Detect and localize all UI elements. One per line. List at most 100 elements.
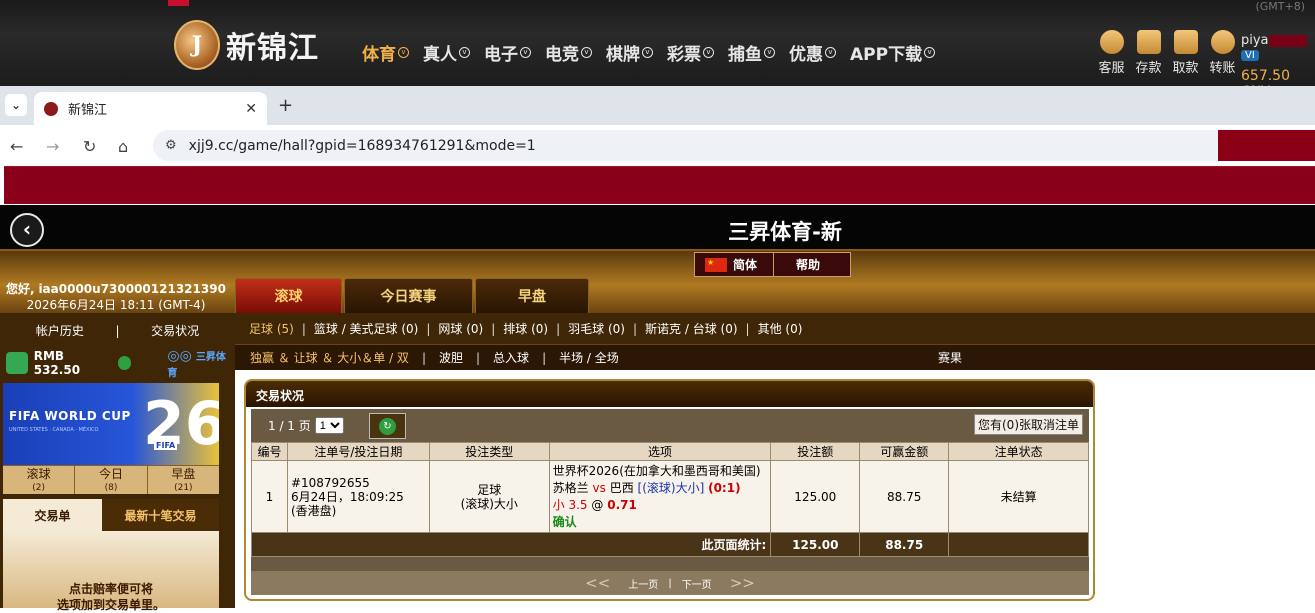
sport-badminton[interactable]: 羽毛球 (0) <box>568 320 625 337</box>
chevron-down-icon: v <box>581 47 592 58</box>
chevron-down-icon: v <box>398 47 409 58</box>
odds-market: (香港盘) <box>290 503 337 518</box>
wallet-icon <box>1136 30 1161 54</box>
help-link[interactable]: 帮助 <box>796 256 820 273</box>
support-button[interactable]: 客服 <box>1093 30 1130 76</box>
tab-today[interactable]: 今日赛事 <box>344 278 473 313</box>
tab-title: 新锦江 <box>68 103 108 118</box>
left-sidebar: 帐户历史 | 交易状况 RMB 532.50 ◎◎ 三昇体育 FIFA WORLD… <box>0 313 235 612</box>
sport-volleyball[interactable]: 排球 (0) <box>503 320 548 337</box>
table-row: 1 #108792655 6月24日，18:09:25 (香港盘) 足球 (滚球… <box>251 460 1089 533</box>
nav-promo[interactable]: 优惠 v <box>789 40 836 65</box>
bettype-correct-score[interactable]: 波胆 <box>439 349 463 366</box>
sum-win: 88.75 <box>859 532 950 557</box>
sport-filter-bar: 足球 (5) | 篮球 / 美式足球 (0) | 网球 (0) | 排球 (0) | 羽… <box>235 313 1315 344</box>
page-select[interactable]: 1 <box>314 417 344 434</box>
forward-arrow-icon[interactable]: → <box>46 137 59 156</box>
results-link[interactable]: 赛果 <box>938 349 962 366</box>
world-cup-banner[interactable]: FIFA WORLD CUP UNITED STATES · CANADA · … <box>3 383 219 465</box>
new-tab-button[interactable]: + <box>278 95 293 116</box>
first-page-icon[interactable]: << <box>585 574 610 592</box>
win-cell: 88.75 <box>859 460 950 533</box>
bettype-main[interactable]: 独赢 ＆ 让球 ＆ 大小＆单 / 双 <box>250 349 409 366</box>
sport-other[interactable]: 其他 (0) <box>758 320 803 337</box>
tab-recent-bets[interactable]: 最新十笔交易 <box>102 499 219 531</box>
page-info: 1 / 1 页 <box>268 419 311 433</box>
language-select[interactable]: 简体 <box>695 256 757 273</box>
balance-row: RMB 532.50 ◎◎ 三昇体育 <box>0 347 235 379</box>
account-links: 帐户历史 | 交易状况 <box>35 322 200 339</box>
nav-slots[interactable]: 电子 v <box>484 40 531 65</box>
last-page-icon[interactable]: >> <box>730 574 755 592</box>
bettype-half-full[interactable]: 半场 / 全场 <box>559 349 619 366</box>
tab-early[interactable]: 早盘 <box>475 278 589 313</box>
home-icon[interactable]: ⌂ <box>118 137 128 156</box>
deposit-button[interactable]: 存款 <box>1130 30 1167 76</box>
browser-tab[interactable]: 新锦江 ✕ <box>34 92 267 125</box>
sports-balance: RMB 532.50 <box>33 349 81 377</box>
refresh-button[interactable]: ↻ <box>369 413 406 439</box>
brand-logo: ◎◎ 三昇体育 <box>167 347 226 379</box>
bettype-total-goals[interactable]: 总入球 <box>493 349 529 366</box>
back-arrow-icon[interactable]: ← <box>10 137 23 156</box>
timezone-label: (GMT+8) <box>1255 0 1305 13</box>
bet-slip-body: 点击赔率便可将 选项加到交易单里。 <box>3 531 219 612</box>
nav-app-download[interactable]: APP下载 v <box>850 40 936 65</box>
bets-table: 编号 注单号/投注日期 投注类型 选项 投注额 可赢金额 注单状态 1 #108… <box>250 442 1089 557</box>
sum-stake: 125.00 <box>770 532 861 557</box>
nav-esports[interactable]: 电竞 v <box>545 40 592 65</box>
nav-live[interactable]: 真人 v <box>423 40 470 65</box>
market-tabs: 滚球 今日赛事 早盘 <box>235 278 609 313</box>
url-text: xjj9.cc/game/hall?gpid=168934761291&mode… <box>188 137 536 154</box>
cancelled-bets-button[interactable]: 您有(0)张取消注单 <box>974 414 1083 435</box>
slip-tabs: 交易单 最新十笔交易 <box>3 499 219 531</box>
chevron-down-icon: v <box>703 47 714 58</box>
count-live[interactable]: 滚球 (2) <box>3 466 76 494</box>
site-settings-icon[interactable]: ⚙ <box>165 138 177 153</box>
sport-basketball[interactable]: 篮球 / 美式足球 (0) <box>314 320 419 337</box>
account-history-link[interactable]: 帐户历史 <box>36 322 84 339</box>
ticket-cell: #108792655 6月24日，18:09:25 (香港盘) <box>286 460 430 533</box>
red-banner <box>4 166 1315 204</box>
tab-search-icon[interactable]: ⌄ <box>5 94 27 116</box>
chevron-down-icon: v <box>924 47 936 58</box>
close-icon[interactable]: ✕ <box>245 101 257 117</box>
nav-lottery[interactable]: 彩票 v <box>667 40 714 65</box>
refresh-icon[interactable] <box>117 356 132 370</box>
chevron-down-icon: v <box>459 47 470 58</box>
nav-fishing[interactable]: 捕鱼 v <box>728 40 775 65</box>
count-today[interactable]: 今日 (8) <box>75 466 148 494</box>
nav-cards[interactable]: 棋牌 v <box>606 40 653 65</box>
tab-live[interactable]: 滚球 <box>235 278 342 313</box>
reload-icon[interactable]: ↻ <box>83 137 96 156</box>
pick-line: 小 3.5 @ 0.71 <box>552 497 637 512</box>
url-input[interactable]: ⚙ xjj9.cc/game/hall?gpid=168934761291&mo… <box>153 130 1218 161</box>
table-header: 编号 注单号/投注日期 投注类型 选项 投注额 可赢金额 注单状态 <box>251 442 1089 461</box>
sport-tennis[interactable]: 网球 (0) <box>438 320 483 337</box>
next-page-link[interactable]: 下一页 <box>682 576 712 591</box>
vip-badge: VI <box>1241 50 1259 61</box>
bet-status-link[interactable]: 交易状况 <box>151 322 199 339</box>
app-titlebar: ‹ 三昇体育-新 <box>0 205 1315 251</box>
sport-snooker[interactable]: 斯诺克 / 台球 (0) <box>645 320 738 337</box>
count-early[interactable]: 早盘 (21) <box>148 466 219 494</box>
user-id: iaa0000u730000121321390 <box>38 282 226 296</box>
prev-page-link[interactable]: 上一页 <box>628 576 658 591</box>
lang-help-bar: 简体 帮助 <box>694 252 851 277</box>
row-index: 1 <box>251 460 288 533</box>
main-nav: 体育 v 真人 v 电子 v 电竞 v 棋牌 v 彩票 v 捕鱼 v 优惠 v APP下载 v <box>362 40 949 65</box>
rings-icon: ◎◎ <box>167 347 192 364</box>
redacted-block <box>1218 130 1315 161</box>
coin-icon <box>1210 30 1235 54</box>
tab-bet-slip[interactable]: 交易单 <box>3 499 102 531</box>
site-header: (GMT+8) J 新锦江 体育 v 真人 v 电子 v 电竞 v 棋牌 v 彩票 v 捕鱼… <box>0 0 1315 100</box>
chevron-down-icon: v <box>825 47 836 58</box>
sub-header: 简体 帮助 您好, iaa0000u730000121321390 2026年6… <box>0 251 1315 313</box>
bet-status-panel: 交易状况 1 / 1 页 1 ↻ 您有(0)张取消注单 编号 注单号/投注日期 … <box>244 379 1095 601</box>
site-logo[interactable]: J 新锦江 <box>174 20 319 70</box>
transfer-button[interactable]: 转账 <box>1204 30 1241 76</box>
stake-cell: 125.00 <box>770 460 861 533</box>
nav-sports[interactable]: 体育 v <box>362 40 409 65</box>
sport-football[interactable]: 足球 (5) <box>249 320 294 337</box>
withdraw-button[interactable]: 取款 <box>1167 30 1204 76</box>
